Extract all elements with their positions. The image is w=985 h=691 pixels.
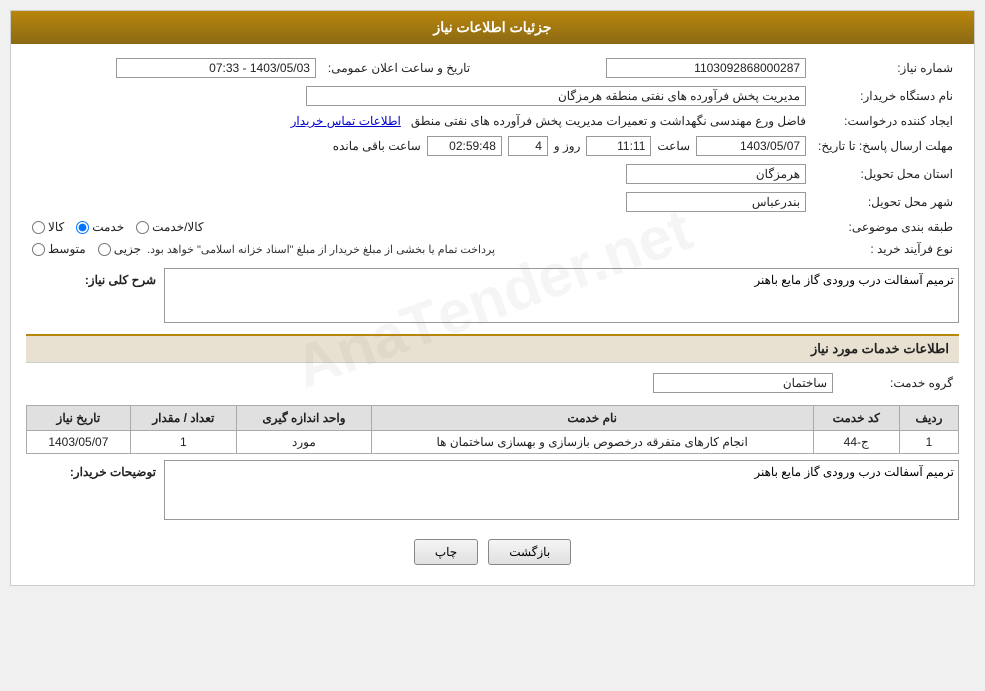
category-both-radio[interactable] — [136, 221, 149, 234]
services-section-title: اطلاعات خدمات مورد نیاز — [26, 334, 959, 363]
process-row: نوع فرآیند خرید : پرداخت تمام یا بخشی از… — [26, 238, 959, 260]
process-motavaset-item: متوسط — [32, 242, 86, 256]
table-cell-quantity: 1 — [130, 431, 236, 454]
creator-link[interactable]: اطلاعات تماس خریدار — [291, 114, 401, 128]
buyer-desc-section: توضیحات خریدار: — [26, 460, 959, 523]
requester-label: نام دستگاه خریدار: — [812, 82, 959, 110]
response-days-label: روز و — [554, 139, 581, 153]
col-service-name: نام خدمت — [371, 406, 813, 431]
need-number-row: شماره نیاز: 1103092868000287 تاریخ و ساع… — [26, 54, 959, 82]
col-service-code: کد خدمت — [813, 406, 899, 431]
category-row: طبقه بندی موضوعی: کالا خدمت — [26, 216, 959, 238]
service-group-row: گروه خدمت: ساختمان — [26, 369, 959, 397]
category-kala-label: کالا — [48, 220, 64, 234]
category-kala-radio[interactable] — [32, 221, 45, 234]
response-deadline-label: مهلت ارسال پاسخ: تا تاریخ: — [812, 132, 959, 160]
category-khedmat-item: خدمت — [76, 220, 124, 234]
info-table: شماره نیاز: 1103092868000287 تاریخ و ساع… — [26, 54, 959, 260]
service-group-input: ساختمان — [653, 373, 833, 393]
city-label: شهر محل تحویل: — [812, 188, 959, 216]
province-input: هرمزگان — [626, 164, 806, 184]
main-box: AnaТender.net جزئیات اطلاعات نیاز شماره … — [10, 10, 975, 586]
province-label: استان محل تحویل: — [812, 160, 959, 188]
back-button[interactable]: بازگشت — [488, 539, 571, 565]
response-days-input: 4 — [508, 136, 548, 156]
page-title: جزئیات اطلاعات نیاز — [433, 19, 551, 35]
need-summary-label: شرح کلی نیاز: — [26, 268, 156, 287]
response-remaining-input: 02:59:48 — [427, 136, 502, 156]
creator-label: ایجاد کننده درخواست: — [812, 110, 959, 132]
response-deadline-row: مهلت ارسال پاسخ: تا تاریخ: 1403/05/07 سا… — [26, 132, 959, 160]
city-row: شهر محل تحویل: بندرعباس — [26, 188, 959, 216]
category-khedmat-radio[interactable] — [76, 221, 89, 234]
services-table: ردیف کد خدمت نام خدمت واحد اندازه گیری ت… — [26, 405, 959, 454]
city-value: بندرعباس — [26, 188, 812, 216]
process-radio-group: جزیی متوسط — [32, 242, 141, 256]
response-date-input: 1403/05/07 — [696, 136, 806, 156]
buyer-desc-textarea[interactable] — [164, 460, 959, 520]
button-row: بازگشت چاپ — [26, 529, 959, 575]
response-deadline-cells: 1403/05/07 ساعت 11:11 روز و 4 02:59:48 س… — [26, 132, 812, 160]
content-area: شماره نیاز: 1103092868000287 تاریخ و ساع… — [11, 44, 974, 585]
process-jozii-item: جزیی — [98, 242, 141, 256]
category-both-label: کالا/خدمت — [152, 220, 203, 234]
service-group-value: ساختمان — [26, 369, 839, 397]
process-jozii-radio[interactable] — [98, 243, 111, 256]
process-motavaset-label: متوسط — [48, 242, 86, 256]
process-label: نوع فرآیند خرید : — [812, 238, 959, 260]
need-summary-section: شرح کلی نیاز: — [26, 268, 959, 326]
table-cell-row: 1 — [899, 431, 958, 454]
buyer-desc-label: توضیحات خریدار: — [26, 460, 156, 479]
col-row-num: ردیف — [899, 406, 958, 431]
category-kala-item: کالا — [32, 220, 64, 234]
process-flex: پرداخت تمام یا بخشی از مبلغ خریدار از مب… — [32, 242, 806, 256]
requester-input: مدیریت پخش فرآورده های نفتی منطقه هرمزگا… — [306, 86, 806, 106]
service-group-table: گروه خدمت: ساختمان — [26, 369, 959, 397]
col-quantity: تعداد / مقدار — [130, 406, 236, 431]
need-number-input: 1103092868000287 — [606, 58, 806, 78]
need-number-value: 1103092868000287 — [516, 54, 812, 82]
creator-text: فاضل ورع مهندسی نگهداشت و تعمیرات مدیریت… — [411, 114, 806, 128]
page-header: جزئیات اطلاعات نیاز — [11, 11, 974, 44]
col-unit: واحد اندازه گیری — [237, 406, 372, 431]
col-date: تاریخ نیاز — [27, 406, 131, 431]
table-cell-code: ج-44 — [813, 431, 899, 454]
services-table-header-row: ردیف کد خدمت نام خدمت واحد اندازه گیری ت… — [27, 406, 959, 431]
category-khedmat-label: خدمت — [92, 220, 124, 234]
process-note: پرداخت تمام یا بخشی از مبلغ خریدار از مب… — [147, 243, 495, 256]
creator-value: فاضل ورع مهندسی نگهداشت و تعمیرات مدیریت… — [26, 110, 812, 132]
requester-row: نام دستگاه خریدار: مدیریت پخش فرآورده ها… — [26, 82, 959, 110]
province-row: استان محل تحویل: هرمزگان — [26, 160, 959, 188]
response-time-label: ساعت — [657, 139, 690, 153]
response-deadline-flex: 1403/05/07 ساعت 11:11 روز و 4 02:59:48 س… — [32, 136, 806, 156]
need-summary-textarea[interactable] — [164, 268, 959, 323]
announce-label: تاریخ و ساعت اعلان عمومی: — [322, 54, 476, 82]
table-cell-date: 1403/05/07 — [27, 431, 131, 454]
response-time-input: 11:11 — [586, 136, 651, 156]
city-input: بندرعباس — [626, 192, 806, 212]
process-options: پرداخت تمام یا بخشی از مبلغ خریدار از مب… — [26, 238, 812, 260]
table-row: 1ج-44انجام کارهای متفرقه درخصوص بازسازی … — [27, 431, 959, 454]
announce-value: 1403/05/03 - 07:33 — [26, 54, 322, 82]
process-jozii-label: جزیی — [114, 242, 141, 256]
need-number-label: شماره نیاز: — [812, 54, 959, 82]
creator-row: ایجاد کننده درخواست: فاضل ورع مهندسی نگه… — [26, 110, 959, 132]
table-cell-unit: مورد — [237, 431, 372, 454]
table-cell-name: انجام کارهای متفرقه درخصوص بازسازی و بهس… — [371, 431, 813, 454]
service-group-label: گروه خدمت: — [839, 369, 959, 397]
category-both-item: کالا/خدمت — [136, 220, 203, 234]
buyer-desc-input-wrap — [164, 460, 959, 523]
category-options: کالا خدمت کالا/خدمت — [26, 216, 812, 238]
need-summary-input-wrap — [164, 268, 959, 326]
announce-input: 1403/05/03 - 07:33 — [116, 58, 316, 78]
page-wrapper: AnaТender.net جزئیات اطلاعات نیاز شماره … — [0, 0, 985, 596]
category-label: طبقه بندی موضوعی: — [812, 216, 959, 238]
process-motavaset-radio[interactable] — [32, 243, 45, 256]
response-remaining-label: ساعت باقی مانده — [333, 139, 421, 153]
category-radio-group: کالا خدمت کالا/خدمت — [32, 220, 806, 234]
print-button[interactable]: چاپ — [414, 539, 478, 565]
requester-value: مدیریت پخش فرآورده های نفتی منطقه هرمزگا… — [26, 82, 812, 110]
province-value: هرمزگان — [26, 160, 812, 188]
